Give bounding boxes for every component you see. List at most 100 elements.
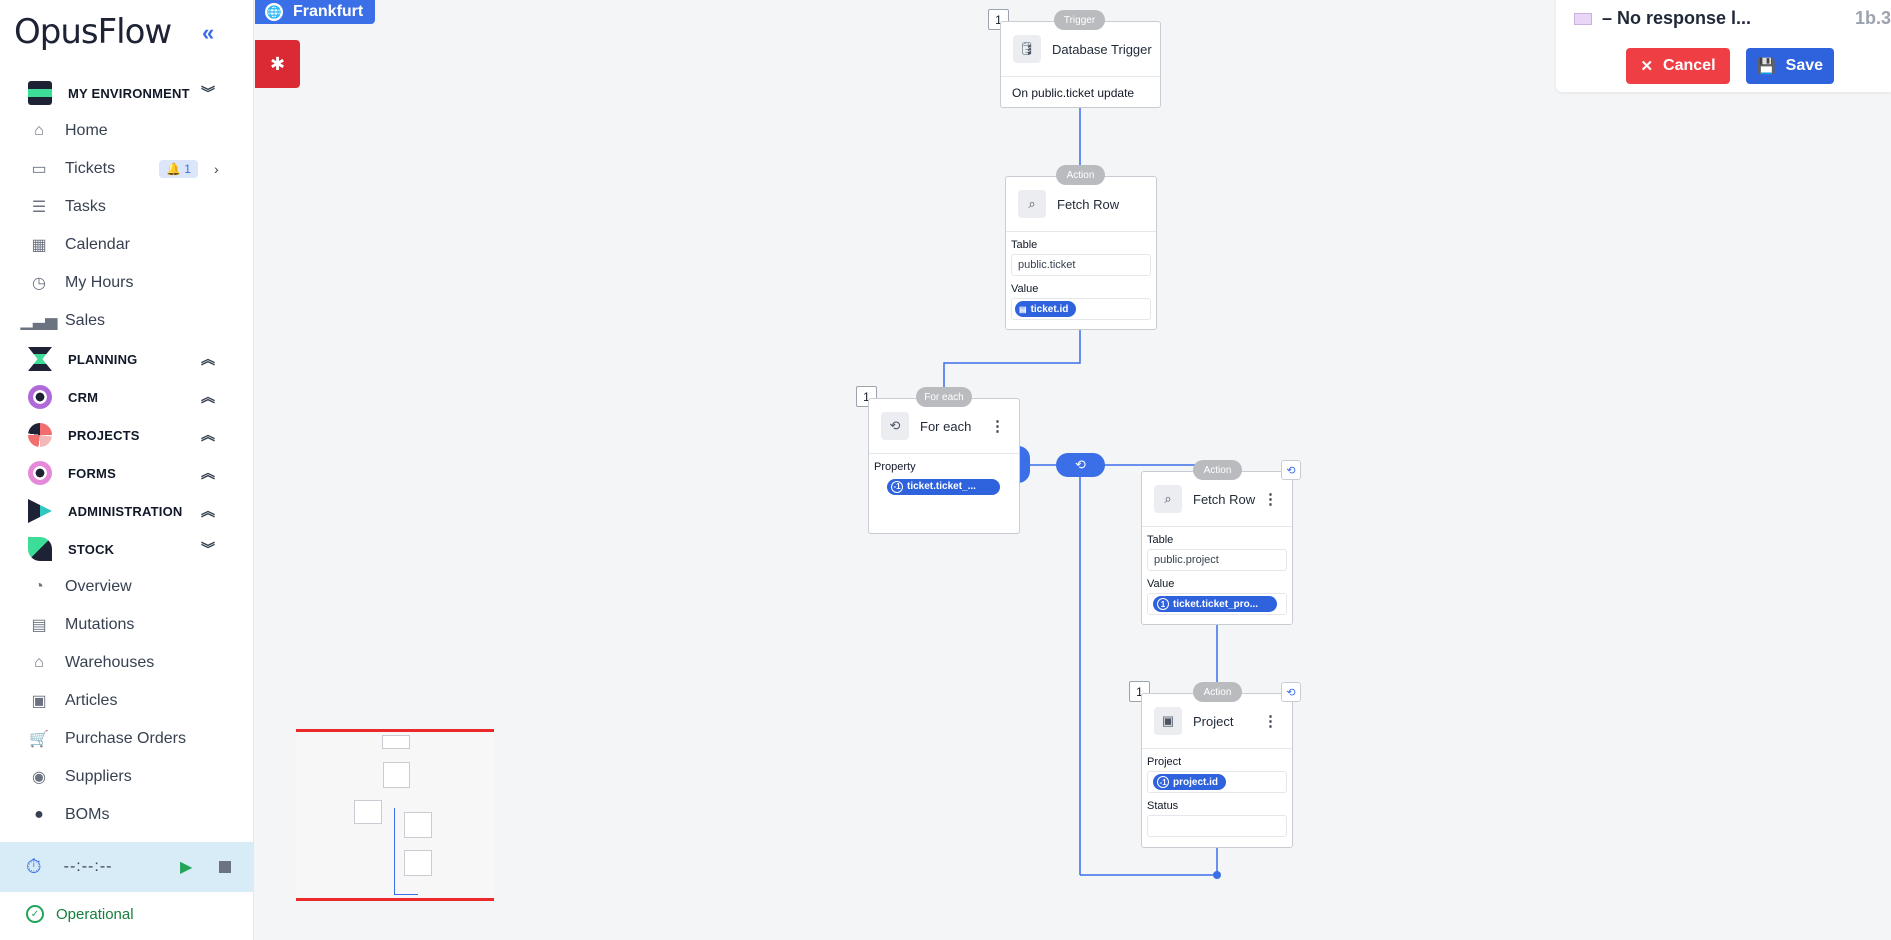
chevron-right-icon: ›: [214, 161, 219, 177]
sidebar-item-home[interactable]: ⌂ Home: [0, 112, 254, 150]
suppliers-icon: ◉: [32, 769, 46, 786]
database-icon: 🛢: [1013, 35, 1041, 63]
node-tag: Action: [1056, 165, 1105, 185]
sidebar-item-articles[interactable]: ▣ Articles: [0, 682, 254, 720]
ticket-icon: ▭: [31, 161, 47, 178]
node-fetch-row-ticket[interactable]: ⌕ Fetch Row Table public.ticket Value ▤ t…: [1005, 176, 1157, 330]
debug-button[interactable]: ✱: [255, 40, 300, 88]
bug-icon: ✱: [269, 53, 286, 74]
sidebar-item-calendar[interactable]: ▦ Calendar: [0, 226, 254, 264]
minimap-node: [404, 850, 432, 876]
sidebar-section-my-environment[interactable]: MY ENVIRONMENT ︾: [0, 74, 254, 112]
field-label: Table: [1011, 239, 1038, 251]
sidebar-item-boms[interactable]: ● BOMs: [0, 796, 254, 834]
sidebar-item-suppliers[interactable]: ◉ Suppliers: [0, 758, 254, 796]
sidebar-item-my-hours[interactable]: ◷ My Hours: [0, 264, 254, 302]
crm-icon: [28, 385, 52, 409]
database-icon: ▤: [1019, 304, 1027, 314]
sidebar-section-planning[interactable]: PLANNING ︽: [0, 340, 254, 378]
node-title: Fetch Row: [1193, 491, 1256, 507]
play-icon[interactable]: ▶: [180, 857, 192, 877]
sidebar-item-overview[interactable]: ◔ Overview: [0, 568, 254, 606]
more-options-icon[interactable]: ⋮: [990, 417, 1005, 435]
sidebar-item-tasks[interactable]: ☰ Tasks: [0, 188, 254, 226]
envelope-icon: [1574, 13, 1592, 26]
node-tag: Trigger: [1054, 10, 1105, 30]
sidebar-item-purchase-orders[interactable]: 🛒 Purchase Orders: [0, 720, 254, 758]
cart-icon: 🛒: [29, 731, 49, 748]
node-title: Database Trigger: [1052, 41, 1152, 57]
node-for-each[interactable]: ⟲ For each ⋮ Property -1 ticket.ticket_..…: [868, 398, 1020, 534]
notification-badge: 🔔 1: [159, 160, 198, 178]
table-search-icon: ⌕: [1018, 190, 1046, 218]
system-status: ✓ Operational: [26, 905, 134, 923]
chevron-up-icon: ︽: [201, 465, 215, 481]
flow-code: 1b.3: [1854, 8, 1891, 28]
chevron-up-icon: ︽: [201, 351, 215, 367]
chevron-up-icon: ︽: [201, 389, 215, 405]
variable-chip[interactable]: -1 project.id: [1153, 774, 1227, 790]
minimap[interactable]: [296, 729, 494, 901]
sidebar-section-projects[interactable]: PROJECTS ︽: [0, 416, 254, 454]
field-label: Value: [1011, 283, 1039, 295]
minimap-connector: [394, 808, 395, 895]
home-icon: ⌂: [34, 122, 44, 139]
sidebar-item-tickets[interactable]: ▭ Tickets 🔔 1 ›: [0, 150, 254, 188]
table-field[interactable]: public.project: [1147, 549, 1287, 571]
briefcase-icon: ▣: [1154, 707, 1182, 735]
calendar-icon: ▦: [31, 237, 47, 254]
node-project[interactable]: ▣ Project ⋮ Project -1 project.id Status: [1141, 693, 1293, 848]
hours-icon: ◷: [32, 275, 46, 292]
variable-chip[interactable]: ▤ ticket.id: [1015, 301, 1077, 317]
loop-indicator[interactable]: ⟲: [1056, 453, 1105, 477]
forms-icon: [28, 461, 52, 485]
collapse-sidebar-icon[interactable]: «: [202, 20, 214, 46]
sidebar-section-crm[interactable]: CRM ︽: [0, 378, 254, 416]
timer-value: --:--:--: [63, 858, 113, 875]
stock-icon: [28, 537, 52, 561]
minimap-node: [354, 800, 382, 824]
warehouse-icon: ⌂: [34, 654, 44, 671]
status-field[interactable]: [1147, 815, 1287, 837]
loop-link-icon[interactable]: ⟲: [1281, 460, 1301, 480]
close-icon: ✕: [1640, 58, 1654, 75]
sidebar-section-administration[interactable]: ADMINISTRATION ︽: [0, 492, 254, 530]
time-tracker: ⏱ --:--:-- ▶: [0, 842, 254, 892]
save-button[interactable]: 💾 Save: [1746, 48, 1834, 84]
articles-icon: ▣: [31, 693, 47, 710]
sidebar-nav: MY ENVIRONMENT ︾ ⌂ Home ▭ Tickets 🔔 1 › …: [0, 74, 254, 834]
variable-chip[interactable]: 1 ticket.ticket_pro...: [1153, 596, 1277, 612]
connector-end-dot: [1213, 871, 1221, 879]
sidebar-item-warehouses[interactable]: ⌂ Warehouses: [0, 644, 254, 682]
mutations-icon: ▤: [31, 617, 47, 634]
value-field[interactable]: ▤ ticket.id: [1011, 298, 1151, 320]
field-label: Status: [1147, 800, 1179, 812]
table-field[interactable]: public.ticket: [1011, 254, 1151, 276]
globe-icon: 🌐: [265, 3, 283, 21]
sidebar-section-forms[interactable]: FORMS ︽: [0, 454, 254, 492]
more-options-icon[interactable]: ⋮: [1263, 712, 1278, 730]
loop-link-icon[interactable]: ⟲: [1281, 682, 1301, 702]
floppy-icon: 💾: [1756, 58, 1776, 75]
node-tag: Action: [1193, 682, 1242, 702]
sidebar-item-mutations[interactable]: ▤ Mutations: [0, 606, 254, 644]
project-field[interactable]: -1 project.id: [1147, 771, 1287, 793]
flow-title: – No response l...: [1574, 8, 1751, 29]
sidebar-item-sales[interactable]: ▁▃▅ Sales: [0, 302, 254, 340]
planning-icon: [28, 347, 52, 371]
sidebar-section-stock[interactable]: STOCK ︾: [0, 530, 254, 568]
value-field[interactable]: 1 ticket.ticket_pro...: [1147, 593, 1287, 615]
node-database-trigger[interactable]: 🛢 Database Trigger On public.ticket upda…: [1000, 21, 1161, 108]
field-label: Property: [874, 461, 916, 473]
variable-chip[interactable]: -1 ticket.ticket_...: [887, 478, 1000, 495]
administration-icon: [28, 499, 52, 523]
node-fetch-row-project[interactable]: ⌕ Fetch Row ⋮ Table public.project Value…: [1141, 471, 1293, 625]
stop-icon[interactable]: [219, 861, 231, 873]
sales-icon: ▁▃▅: [20, 313, 58, 330]
more-options-icon[interactable]: ⋮: [1263, 490, 1278, 508]
bom-icon: ●: [34, 806, 44, 823]
node-tag: For each: [916, 387, 972, 407]
node-title: Fetch Row: [1057, 196, 1120, 212]
cancel-button[interactable]: ✕ Cancel: [1626, 48, 1730, 84]
location-badge[interactable]: 🌐 Frankfurt: [255, 0, 376, 24]
